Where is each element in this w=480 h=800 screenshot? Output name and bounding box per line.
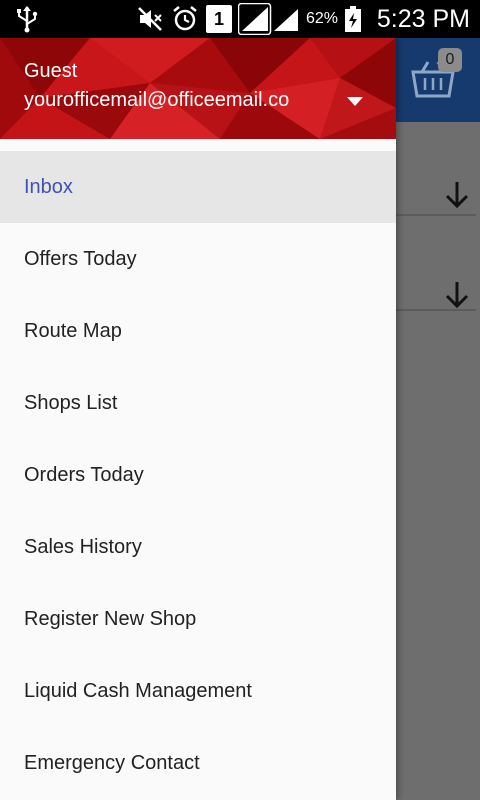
menu-item-shops-list[interactable]: Shops List xyxy=(0,367,396,439)
dropdown-arrow-icon[interactable] xyxy=(346,95,364,107)
arrow-down-icon[interactable] xyxy=(440,278,474,312)
navigation-drawer: Guest yourofficemail@officeemail.co Inbo… xyxy=(0,38,396,800)
menu-item-emergency-contact[interactable]: Emergency Contact xyxy=(0,727,396,799)
mute-icon xyxy=(137,0,163,38)
battery-percent: 62% xyxy=(306,10,339,27)
usb-icon xyxy=(14,0,40,38)
menu-item-inbox[interactable]: Inbox xyxy=(0,151,396,223)
sim-icon: 1 xyxy=(206,0,232,38)
menu-item-orders-today[interactable]: Orders Today xyxy=(0,439,396,511)
signal-icon xyxy=(238,0,302,38)
battery-icon xyxy=(344,0,362,38)
menu-item-offers-today[interactable]: Offers Today xyxy=(0,223,396,295)
row-divider xyxy=(396,309,476,311)
alarm-icon xyxy=(172,0,198,38)
status-bar: 1 62% 5:23 PM xyxy=(0,0,480,38)
arrow-down-icon[interactable] xyxy=(440,178,474,212)
menu-item-register-new-shop[interactable]: Register New Shop xyxy=(0,583,396,655)
menu-item-liquid-cash-management[interactable]: Liquid Cash Management xyxy=(0,655,396,727)
user-name: Guest xyxy=(24,60,78,82)
cart-badge: 0 xyxy=(438,48,462,72)
row-divider xyxy=(396,214,476,216)
clock: 5:23 PM xyxy=(376,4,470,33)
drawer-header[interactable]: Guest yourofficemail@officeemail.co xyxy=(0,38,396,139)
sim-slot-label: 1 xyxy=(206,5,232,33)
menu-item-sales-history[interactable]: Sales History xyxy=(0,511,396,583)
menu-item-route-map[interactable]: Route Map xyxy=(0,295,396,367)
user-email: yourofficemail@officeemail.co xyxy=(24,89,290,111)
drawer-menu: Inbox Offers Today Route Map Shops List … xyxy=(0,151,396,799)
